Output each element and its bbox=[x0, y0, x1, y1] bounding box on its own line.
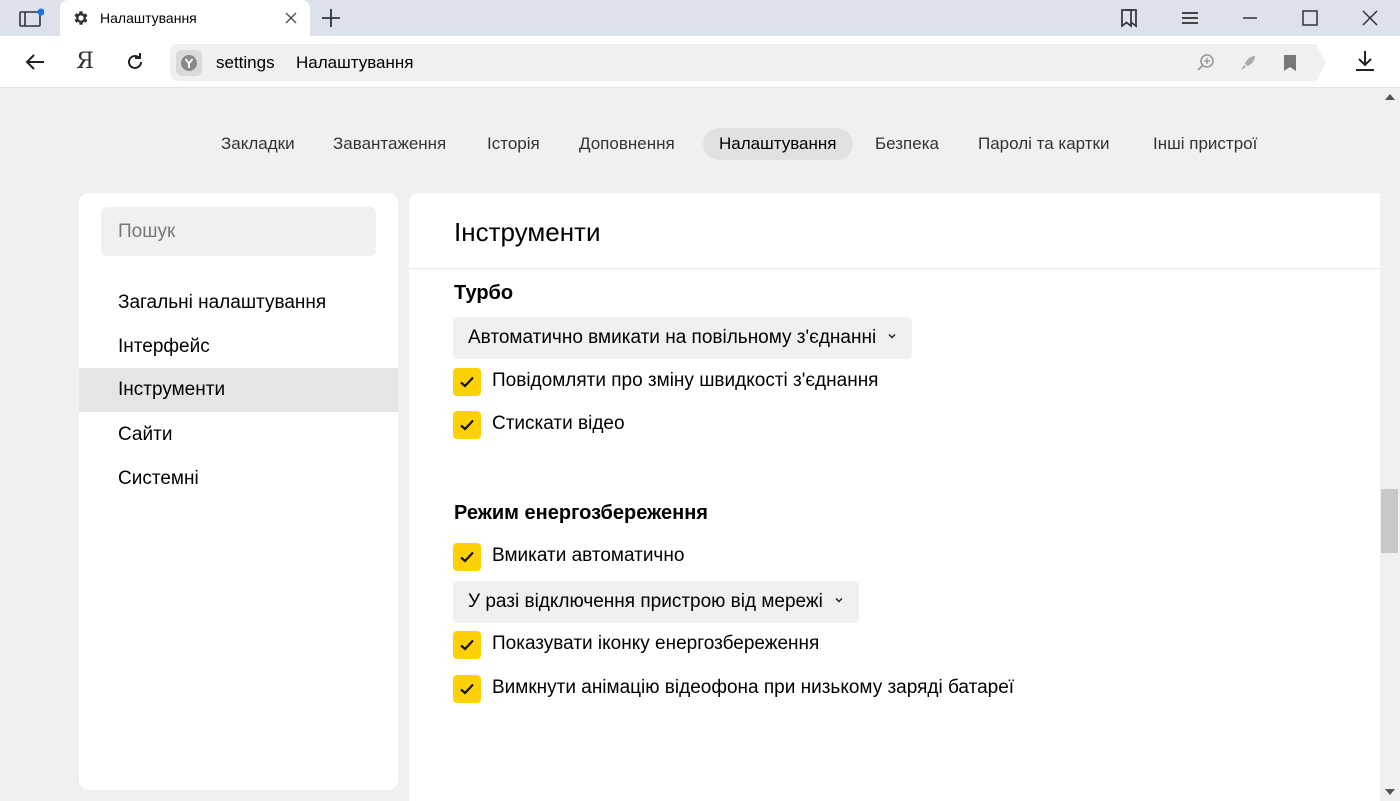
address-bar-tip bbox=[1316, 44, 1326, 81]
title-divider bbox=[409, 268, 1380, 269]
checkmark-icon bbox=[460, 683, 474, 695]
title-bar: Налаштування bbox=[0, 0, 1400, 37]
tab-extensions[interactable]: Доповнення bbox=[563, 128, 691, 160]
page-scrollbar[interactable] bbox=[1380, 88, 1400, 801]
power-saving-heading: Режим енергозбереження bbox=[454, 502, 708, 524]
power-condition-select[interactable]: У разі відключення пристрою від мережі bbox=[453, 581, 859, 623]
minimize-button[interactable] bbox=[1235, 4, 1265, 32]
zoom-button[interactable] bbox=[1195, 52, 1217, 74]
tabs-icon bbox=[19, 8, 44, 27]
zoom-icon bbox=[1197, 54, 1214, 71]
turbo-notify-checkbox[interactable] bbox=[453, 368, 481, 396]
tab-history[interactable]: Історія bbox=[471, 128, 556, 160]
compress-video-checkbox[interactable] bbox=[453, 411, 481, 439]
power-auto-checkbox[interactable] bbox=[453, 543, 481, 571]
settings-search-input[interactable] bbox=[101, 207, 376, 256]
site-info-button[interactable] bbox=[176, 50, 202, 76]
reload-button[interactable] bbox=[121, 48, 149, 76]
compress-video-label: Стискати відео bbox=[492, 413, 625, 434]
disable-animation-checkbox[interactable] bbox=[453, 675, 481, 703]
url-page-title: Налаштування bbox=[296, 53, 414, 72]
sidebar-item-system[interactable]: Системні bbox=[79, 457, 398, 501]
download-icon bbox=[1356, 51, 1374, 71]
bookmark-icon bbox=[1284, 55, 1296, 71]
tab-other-devices[interactable]: Інші пристрої bbox=[1137, 128, 1273, 160]
sidebar-item-interface[interactable]: Інтерфейс bbox=[79, 325, 398, 369]
tab-downloads[interactable]: Завантаження bbox=[317, 128, 462, 160]
disable-animation-label: Вимкнути анімацію відеофона при низькому… bbox=[492, 677, 1015, 698]
checkmark-icon bbox=[460, 551, 474, 563]
maximize-button[interactable] bbox=[1295, 4, 1325, 32]
arrow-left-icon bbox=[25, 54, 44, 70]
sidebar-item-tools[interactable]: Інструменти bbox=[79, 368, 398, 412]
menu-button[interactable] bbox=[1175, 4, 1205, 32]
turbo-mode-value: Автоматично вмикати на повільному з'єдна… bbox=[468, 327, 877, 348]
active-tab[interactable]: Налаштування bbox=[60, 0, 310, 37]
tab-title: Налаштування bbox=[100, 10, 197, 26]
scroll-thumb[interactable] bbox=[1381, 489, 1398, 553]
chevron-down-icon bbox=[888, 333, 896, 339]
turbo-heading: Турбо bbox=[454, 282, 514, 304]
turbo-button[interactable] bbox=[1237, 52, 1259, 74]
maximize-icon bbox=[1302, 10, 1318, 26]
checkmark-icon bbox=[460, 376, 474, 388]
chevron-down-icon bbox=[835, 597, 843, 603]
tab-settings[interactable]: Налаштування bbox=[703, 128, 853, 160]
rocket-icon bbox=[1241, 56, 1255, 70]
checkmark-icon bbox=[460, 639, 474, 651]
close-tab-icon[interactable] bbox=[282, 9, 300, 27]
tabs-overview-button[interactable] bbox=[16, 6, 46, 30]
turbo-mode-select[interactable]: Автоматично вмикати на повільному з'єдна… bbox=[453, 317, 913, 359]
scroll-down-arrow-icon[interactable] bbox=[1385, 789, 1395, 795]
browser-toolbar: Я settings Налаштування bbox=[0, 36, 1400, 88]
sidebar-item-sites[interactable]: Сайти bbox=[79, 413, 398, 457]
minimize-icon bbox=[1243, 17, 1257, 19]
tab-passwords-cards[interactable]: Паролі та картки bbox=[962, 128, 1125, 160]
bookmarks-icon bbox=[1121, 9, 1137, 28]
close-icon bbox=[1362, 10, 1378, 26]
power-icon-label: Показувати іконку енергозбереження bbox=[492, 633, 820, 654]
address-bar[interactable]: settings Налаштування bbox=[170, 44, 1316, 81]
yandex-logo-icon: Я bbox=[76, 49, 94, 74]
scroll-up-arrow-icon[interactable] bbox=[1385, 94, 1395, 100]
yandex-home-button[interactable]: Я bbox=[71, 48, 99, 76]
settings-content: Інструменти Турбо Автоматично вмикати на… bbox=[409, 193, 1380, 801]
yandex-browser-icon bbox=[181, 55, 197, 71]
hamburger-icon bbox=[1182, 12, 1198, 24]
bookmarks-panel-button[interactable] bbox=[1114, 4, 1144, 32]
settings-tabs: Закладки Завантаження Історія Доповнення… bbox=[0, 126, 1380, 164]
add-bookmark-button[interactable] bbox=[1279, 52, 1301, 74]
power-icon-checkbox[interactable] bbox=[453, 631, 481, 659]
tab-security[interactable]: Безпека bbox=[859, 128, 955, 160]
settings-sidebar: Загальні налаштування Інтерфейс Інструме… bbox=[79, 193, 398, 790]
checkmark-icon bbox=[460, 419, 474, 431]
page-title: Інструменти bbox=[454, 217, 601, 247]
back-button[interactable] bbox=[21, 48, 49, 76]
power-auto-label: Вмикати автоматично bbox=[492, 545, 685, 566]
turbo-notify-label: Повідомляти про зміну швидкості з'єднанн… bbox=[492, 370, 879, 391]
close-window-button[interactable] bbox=[1355, 4, 1385, 32]
downloads-button[interactable] bbox=[1352, 48, 1380, 76]
sidebar-item-general[interactable]: Загальні налаштування bbox=[79, 281, 398, 325]
reload-icon bbox=[128, 53, 142, 69]
url-host: settings bbox=[216, 53, 275, 72]
gear-icon bbox=[74, 11, 88, 25]
new-tab-plus-icon[interactable] bbox=[318, 6, 344, 30]
tab-bookmarks[interactable]: Закладки bbox=[205, 128, 311, 160]
power-condition-value: У разі відключення пристрою від мережі bbox=[468, 591, 823, 612]
